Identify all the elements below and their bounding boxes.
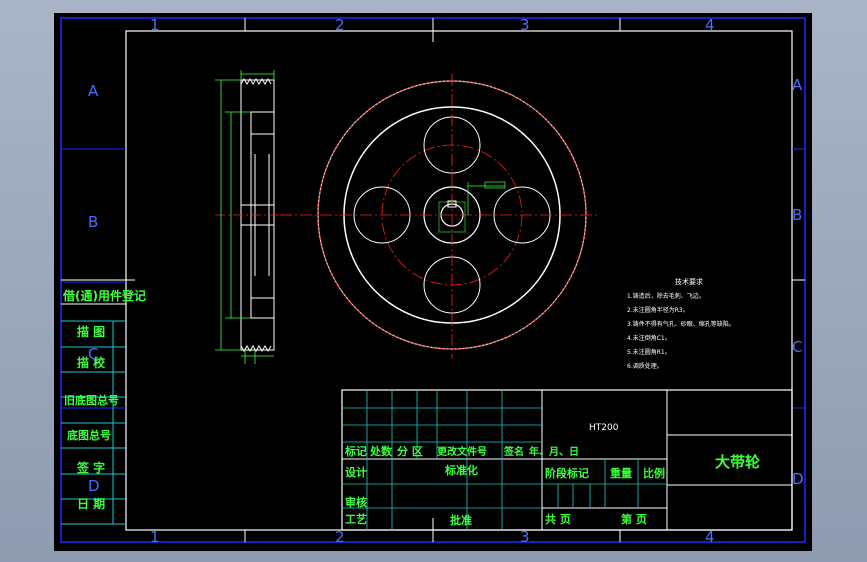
cad-drawing-canvas[interactable]: 1 2 3 4 1 2 3 4 A B C D A B C D 借(通)用件登记… [55, 14, 811, 550]
pulley-front-view [280, 74, 600, 359]
revision-col-sign: 签名 [503, 445, 524, 458]
tech-req-item-3: 3.铸件不得有气孔、砂眼、缩孔等缺陷。 [627, 320, 735, 328]
zone-row-left-b: B [88, 213, 98, 231]
zone-col-top-2: 2 [335, 16, 345, 34]
zone-col-top-1: 1 [150, 16, 160, 34]
tech-req-item-5: 5.未注圆角R1。 [627, 348, 671, 356]
zone-col-top-4: 4 [705, 16, 715, 34]
tech-req-item-6: 6.调质处理。 [627, 362, 663, 370]
revision-col-count: 处数 [369, 444, 393, 458]
revision-col-date: 年、月、日 [529, 445, 579, 458]
standardization-label: 标准化 [444, 463, 478, 477]
stage-mark-label: 阶段标记 [545, 466, 589, 480]
design-label: 设计 [345, 465, 367, 479]
tech-req-item-1: 1.铸造后，除去毛刺、飞边。 [627, 292, 705, 300]
zone-row-right-d: D [792, 470, 804, 488]
technical-requirements: 技术要求 1.铸造后，除去毛刺、飞边。 2.未注圆角半径为R3。 3.铸件不得有… [627, 277, 735, 370]
review-label: 审核 [345, 495, 367, 509]
zone-col-bottom-4: 4 [705, 528, 715, 546]
tech-req-item-4: 4.未注倒角C1。 [627, 334, 671, 342]
zone-row-right-c: C [792, 338, 802, 356]
zone-col-bottom-2: 2 [335, 528, 345, 546]
strip-item-4: 底图总号 [67, 428, 111, 442]
revision-col-zone: 分 区 [397, 444, 423, 458]
strip-item-2: 描 校 [77, 355, 106, 370]
tech-req-title: 技术要求 [675, 277, 703, 286]
left-registration-strip: 借(通)用件登记 描 图 描 校 旧底图总号 底图总号 签 字 日 期 [61, 279, 146, 525]
zone-row-left-a: A [88, 82, 99, 100]
sheet-no-label: 第 页 [621, 512, 647, 526]
cad-drawing-viewport[interactable]: 1 2 3 4 1 2 3 4 A B C D A B C D 借(通)用件登记… [54, 13, 812, 551]
tech-req-item-2: 2.未注圆角半径为R3。 [627, 306, 689, 314]
scale-label: 比例 [643, 466, 665, 480]
strip-item-5: 签 字 [76, 460, 105, 475]
process-label: 工艺 [345, 512, 367, 526]
strip-item-3: 旧底图总号 [64, 393, 119, 407]
strip-header: 借(通)用件登记 [62, 288, 146, 303]
zone-col-top-3: 3 [520, 16, 530, 34]
revision-col-mark: 标记 [344, 444, 367, 458]
sheets-total-label: 共 页 [545, 512, 571, 526]
zone-col-bottom-1: 1 [150, 528, 160, 546]
part-name: 大带轮 [715, 453, 760, 471]
weight-label: 重量 [610, 466, 632, 480]
pulley-side-view [215, 70, 291, 364]
approve-label: 批准 [450, 513, 472, 527]
title-block: 标记 处数 分 区 更改文件号 签名 年、月、日 设计 标准化 审核 工艺 批准… [341, 389, 793, 531]
zone-row-right-a: A [792, 76, 803, 94]
strip-item-6: 日 期 [77, 496, 105, 511]
revision-col-docno: 更改文件号 [437, 445, 487, 458]
zone-col-bottom-3: 3 [520, 528, 530, 546]
strip-item-1: 描 图 [77, 324, 105, 339]
zone-row-right-b: B [792, 206, 802, 224]
material-label: HT200 [589, 423, 619, 433]
zone-row-left-d: D [88, 477, 100, 495]
